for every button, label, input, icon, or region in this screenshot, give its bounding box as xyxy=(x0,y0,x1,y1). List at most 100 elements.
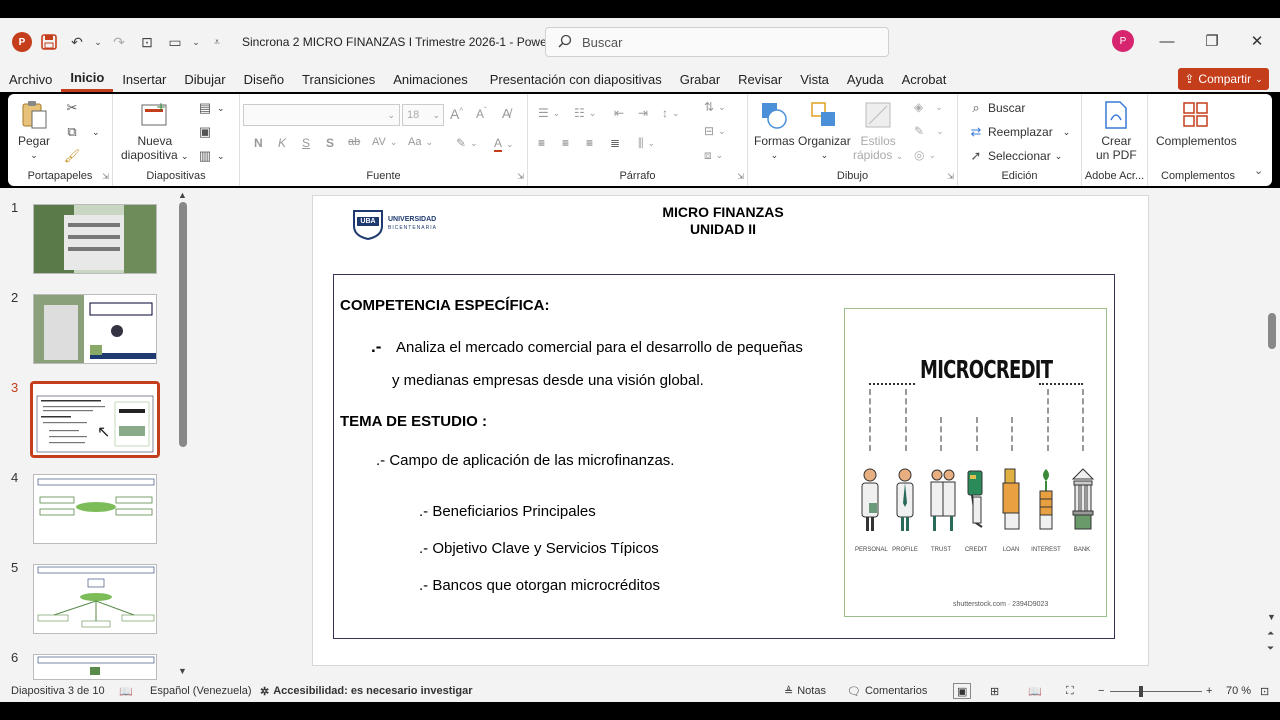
slide-thumbnail-2[interactable] xyxy=(33,294,157,364)
tab-diseño[interactable]: Diseño xyxy=(235,66,293,92)
new-slide-button[interactable]: + Nueva diapositiva ⌄ xyxy=(121,100,189,163)
undo-dropdown-icon[interactable]: ⌄ xyxy=(94,31,102,53)
reading-view-button[interactable]: 📖 xyxy=(1028,680,1042,702)
reset-button[interactable]: ▣ xyxy=(197,124,213,140)
tab-insertar[interactable]: Insertar xyxy=(113,66,175,92)
slide-canvas[interactable]: UBA UNIVERSIDAD BICENTENARIA MICRO FINAN… xyxy=(312,195,1149,666)
shape-outline-button[interactable]: ✎ ⌄ xyxy=(914,124,944,138)
scroll-down-icon[interactable]: ▼ xyxy=(178,666,187,676)
accessibility-button[interactable]: ✲ Accesibilidad: es necesario investigar xyxy=(260,680,473,702)
layout-dropdown-icon[interactable]: ⌄ xyxy=(192,31,200,53)
slide-thumbnail-5[interactable] xyxy=(33,564,157,634)
shape-effects-button[interactable]: ◎ ⌄ xyxy=(914,148,936,162)
tab-presentación-con-diapositivas[interactable]: Presentación con diapositivas xyxy=(477,66,671,92)
collapse-ribbon-icon[interactable]: ⌄ xyxy=(1254,164,1263,177)
highlight-button[interactable]: ✎ ⌄ xyxy=(456,136,478,150)
slide-scroll-thumb[interactable] xyxy=(1268,313,1276,349)
copy-button[interactable]: ⧉ ⌄ xyxy=(64,124,99,140)
clear-format-button[interactable]: A̸ xyxy=(502,106,511,121)
slide-scrollbar[interactable]: ▼ ⏶ ⏷ xyxy=(1265,188,1280,680)
tab-archivo[interactable]: Archivo xyxy=(0,66,61,92)
customize-qat-icon[interactable]: ⩡ xyxy=(206,31,228,53)
italic-button[interactable]: K xyxy=(278,136,286,150)
tab-ayuda[interactable]: Ayuda xyxy=(838,66,893,92)
thumbnail-scroll-thumb[interactable] xyxy=(179,202,187,447)
previous-slide-icon[interactable]: ⏶ xyxy=(1267,628,1274,639)
comments-button[interactable]: 🗨 Comentarios xyxy=(847,680,927,702)
strikethrough-button[interactable]: ab xyxy=(348,136,360,148)
scroll-up-icon[interactable]: ▲ xyxy=(178,190,187,200)
spacing-button[interactable]: AV ⌄ xyxy=(372,136,397,148)
font-size-select[interactable]: 18 ⌄ xyxy=(402,104,444,126)
layout-icon[interactable]: ▭ xyxy=(164,31,186,53)
tab-dibujar[interactable]: Dibujar xyxy=(175,66,234,92)
thumbnail-scrollbar[interactable]: ▲ ▼ xyxy=(177,188,189,680)
numbering-button[interactable]: ☷ ⌄ xyxy=(574,106,596,120)
notes-button[interactable]: ≜ Notas xyxy=(784,680,826,702)
format-painter-button[interactable]: 🖌 xyxy=(64,148,81,164)
zoom-slider-thumb[interactable] xyxy=(1139,685,1143,697)
tab-revisar[interactable]: Revisar xyxy=(729,66,791,92)
spellcheck-icon[interactable]: 📖 xyxy=(119,680,133,702)
find-button[interactable]: ⌕ Buscar xyxy=(968,100,1025,116)
tab-acrobat[interactable]: Acrobat xyxy=(893,66,956,92)
section-button[interactable]: ▥ ⌄ xyxy=(197,148,225,164)
next-slide-icon[interactable]: ⏷ xyxy=(1267,643,1274,654)
text-direction-button[interactable]: ⇅ ⌄ xyxy=(704,100,726,114)
font-color-button[interactable]: A ⌄ xyxy=(494,136,514,152)
quick-styles-button[interactable]: Estilos rápidos ⌄ xyxy=(853,100,903,163)
slide-title[interactable]: MICRO FINANZAS UNIDAD II xyxy=(653,204,793,238)
shadow-button[interactable]: S xyxy=(326,136,334,150)
align-center-button[interactable]: ≡ xyxy=(562,136,569,150)
align-right-button[interactable]: ≡ xyxy=(586,136,593,150)
slide-thumbnail-6[interactable] xyxy=(33,654,157,680)
bold-button[interactable]: N xyxy=(254,136,263,150)
change-case-button[interactable]: Aa ⌄ xyxy=(408,136,433,148)
font-family-select[interactable]: ⌄ xyxy=(243,104,400,126)
zoom-level[interactable]: 70 % xyxy=(1226,680,1251,702)
select-button[interactable]: ➚ Seleccionar ⌄ xyxy=(968,148,1063,164)
zoom-out-button[interactable]: − xyxy=(1098,680,1104,702)
replace-button[interactable]: ⇄ Reemplazar ⌄ xyxy=(968,124,1071,140)
slide-thumbnail-1[interactable] xyxy=(33,204,157,274)
tab-animaciones[interactable]: Animaciones xyxy=(384,66,476,92)
justify-button[interactable]: ≣ xyxy=(610,136,620,150)
addins-button[interactable]: Complementos xyxy=(1156,100,1237,148)
underline-button[interactable]: S xyxy=(302,136,310,150)
align-text-button[interactable]: ⊟ ⌄ xyxy=(704,124,726,138)
smartart-button[interactable]: ⧈ ⌄ xyxy=(704,148,723,163)
undo-icon[interactable]: ↶ xyxy=(66,31,88,53)
slide-thumbnail-3[interactable]: ↖ xyxy=(30,381,160,458)
present-icon[interactable]: ⊡ xyxy=(136,31,158,53)
dialog-launcher-icon[interactable]: ⇲ xyxy=(102,172,109,181)
normal-view-button[interactable]: ▣ xyxy=(953,683,972,699)
decrease-indent-button[interactable]: ⇤ xyxy=(614,106,624,120)
slide-thumbnail-4[interactable] xyxy=(33,474,157,544)
columns-button[interactable]: ⫼ ⌄ xyxy=(638,136,655,151)
create-pdf-button[interactable]: Crear un PDF xyxy=(1096,100,1137,162)
slideshow-button[interactable]: ⛶ xyxy=(1066,680,1074,702)
scroll-down-icon[interactable]: ▼ xyxy=(1267,612,1276,622)
layout-button[interactable]: ▤ ⌄ xyxy=(197,100,225,116)
minimize-icon[interactable]: — xyxy=(1156,30,1178,52)
fit-to-window-button[interactable]: ⊡ xyxy=(1260,680,1269,702)
close-icon[interactable]: ✕ xyxy=(1246,30,1268,52)
zoom-in-button[interactable]: + xyxy=(1206,680,1212,702)
tab-grabar[interactable]: Grabar xyxy=(671,66,729,92)
shapes-button[interactable]: Formas ⌄ xyxy=(754,100,795,162)
dialog-launcher-icon[interactable]: ⇲ xyxy=(737,172,744,181)
tab-inicio[interactable]: Inicio xyxy=(61,66,114,92)
slide-sorter-button[interactable]: ⊞ xyxy=(990,680,999,702)
increase-indent-button[interactable]: ⇥ xyxy=(638,106,648,120)
language-indicator[interactable]: Español (Venezuela) xyxy=(150,680,252,702)
restore-icon[interactable]: ❐ xyxy=(1201,30,1223,52)
save-icon[interactable] xyxy=(38,31,60,53)
grow-font-button[interactable]: A^ xyxy=(450,106,463,122)
line-spacing-button[interactable]: ↕ ⌄ xyxy=(662,106,680,120)
dialog-launcher-icon[interactable]: ⇲ xyxy=(947,172,954,181)
share-button[interactable]: ⇪ Compartir ⌄ xyxy=(1178,68,1269,90)
tab-vista[interactable]: Vista xyxy=(791,66,838,92)
tab-transiciones[interactable]: Transiciones xyxy=(293,66,384,92)
search-input[interactable]: Buscar xyxy=(545,27,889,57)
microcredit-image[interactable]: MICROCREDIT PERSONAL PROFILE TRUST CREDI… xyxy=(844,308,1107,617)
